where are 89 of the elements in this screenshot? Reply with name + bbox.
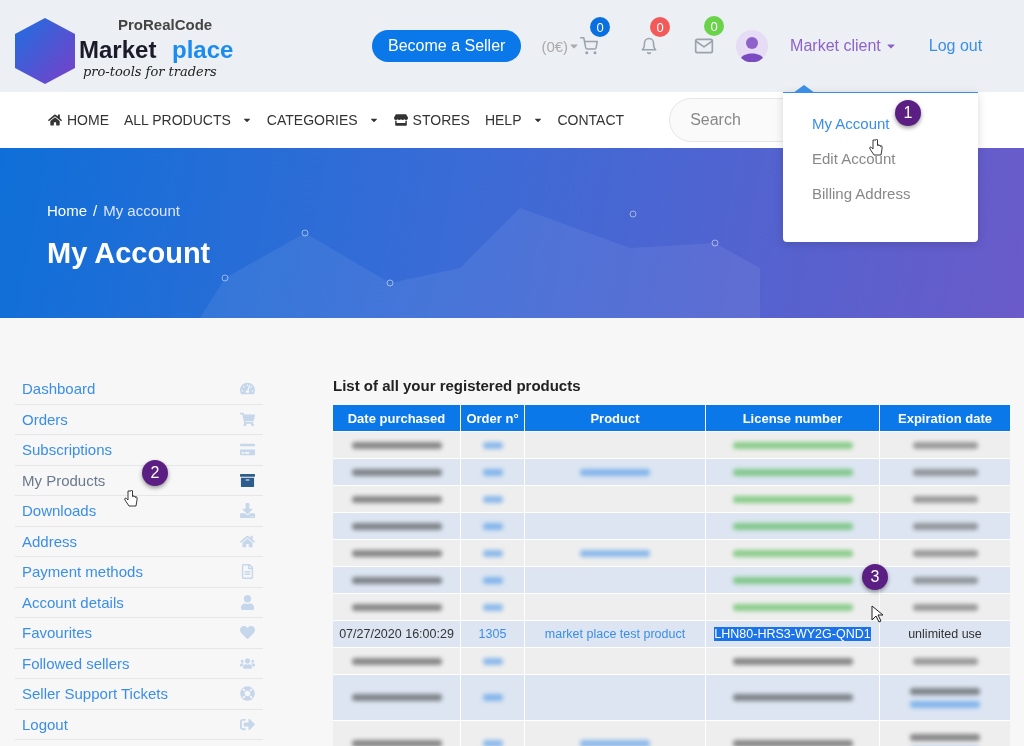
blurred-text	[912, 657, 978, 665]
logout-link[interactable]: Log out	[928, 37, 983, 55]
blurred-text	[912, 468, 978, 476]
sidebar-item[interactable]: Account details	[15, 587, 263, 618]
blurred-text	[580, 740, 650, 746]
step-marker: 2	[142, 460, 168, 486]
person-icon	[240, 594, 255, 610]
card-icon	[240, 442, 255, 458]
count-badge: 0	[704, 16, 725, 36]
become-seller-button[interactable]: Become a Seller	[372, 30, 522, 62]
blurred-text	[912, 576, 978, 584]
sidebar-item[interactable]: Address	[15, 526, 263, 557]
table-cell: unlimited use	[880, 621, 1010, 647]
hand-cursor-icon	[124, 490, 138, 508]
breadcrumb-current: My account	[103, 202, 180, 219]
blurred-text	[482, 740, 503, 746]
blurred-text	[482, 549, 503, 557]
cart-icon[interactable]	[580, 37, 599, 55]
blurred-text	[912, 549, 978, 557]
download-icon	[240, 503, 255, 519]
arrow-cursor-icon	[871, 605, 883, 623]
sidebar-item[interactable]: Favourites	[15, 618, 263, 649]
count-badge: 0	[590, 17, 611, 37]
people-icon	[240, 655, 255, 671]
blurred-text	[580, 549, 650, 557]
sidebar-item[interactable]: Logout	[15, 709, 263, 740]
table-title: List of all your registered products	[333, 377, 582, 394]
blurred-text	[482, 495, 503, 503]
menu-item[interactable]: Edit Account	[812, 150, 978, 167]
hexagon-logo-icon	[15, 18, 75, 84]
blurred-text	[912, 441, 978, 449]
bell-icon[interactable]	[640, 37, 659, 55]
blurred-text	[482, 468, 503, 476]
archive-icon	[240, 472, 255, 488]
document-icon	[240, 564, 255, 580]
count-badge: 0	[650, 17, 671, 37]
menu-item[interactable]: Billing Address	[812, 185, 978, 202]
nav-item[interactable]: HELP	[484, 112, 543, 128]
store-icon	[393, 113, 408, 127]
logo-text: Market	[79, 36, 157, 64]
breadcrumb-separator: /	[93, 202, 98, 219]
sidebar-item[interactable]: Payment methods	[15, 557, 263, 588]
sidebar-item[interactable]: Orders	[15, 404, 263, 435]
cart-total[interactable]: (0€)	[541, 37, 581, 55]
nav-item[interactable]: STORES	[393, 112, 470, 128]
mail-icon[interactable]	[694, 36, 715, 56]
house-icon	[48, 113, 62, 127]
sidebar-item[interactable]: Followed sellers	[15, 648, 263, 679]
exit-icon	[240, 716, 255, 732]
house-icon	[240, 533, 255, 549]
blurred-text	[482, 694, 503, 701]
tagline: pro-tools for traders	[83, 64, 217, 79]
column-header: Order n°	[461, 405, 524, 431]
blurred-text	[580, 468, 650, 476]
column-header: Product	[525, 405, 705, 431]
logo-text: place	[172, 36, 234, 64]
license-text: LHN80-HRS3-WY2G-QND1	[714, 627, 871, 641]
blurred-text	[910, 700, 980, 708]
table-cell: 07/27/2020 16:00:29	[333, 621, 460, 647]
page-title: My Account	[47, 237, 212, 270]
sidebar-item[interactable]: Seller Support Tickets	[15, 679, 263, 710]
nav-item[interactable]: HOME	[48, 112, 109, 128]
order-link[interactable]: 1305	[461, 621, 524, 647]
dashboard-icon	[240, 381, 255, 397]
avatar-icon[interactable]	[736, 30, 769, 62]
blurred-text	[912, 495, 978, 503]
lifebuoy-icon	[240, 686, 255, 702]
blurred-text	[482, 657, 503, 665]
heart-icon	[240, 625, 255, 641]
nav-item[interactable]: CONTACT	[557, 112, 625, 128]
column-header: Expiration date	[880, 405, 1010, 431]
product-link[interactable]: market place test product	[525, 621, 705, 647]
blurred-text	[910, 687, 980, 695]
blurred-text	[482, 522, 503, 530]
blurred-text	[912, 522, 978, 530]
cart-icon	[240, 411, 255, 427]
nav-item[interactable]: ALL PRODUCTS	[124, 112, 252, 128]
user-menu[interactable]: Market client	[790, 37, 897, 55]
blurred-text	[912, 603, 978, 611]
column-header: Date purchased	[333, 405, 460, 431]
blurred-text	[482, 576, 503, 584]
sidebar-item[interactable]: Dashboard	[15, 374, 263, 405]
blurred-text	[482, 603, 503, 611]
nav-item[interactable]: CATEGORIES	[266, 112, 379, 128]
column-header: License number	[706, 405, 879, 431]
brand-text: ProRealCode	[118, 16, 213, 33]
blurred-text	[482, 441, 503, 449]
breadcrumb-link[interactable]: Home	[47, 202, 87, 219]
blurred-text	[910, 733, 980, 741]
